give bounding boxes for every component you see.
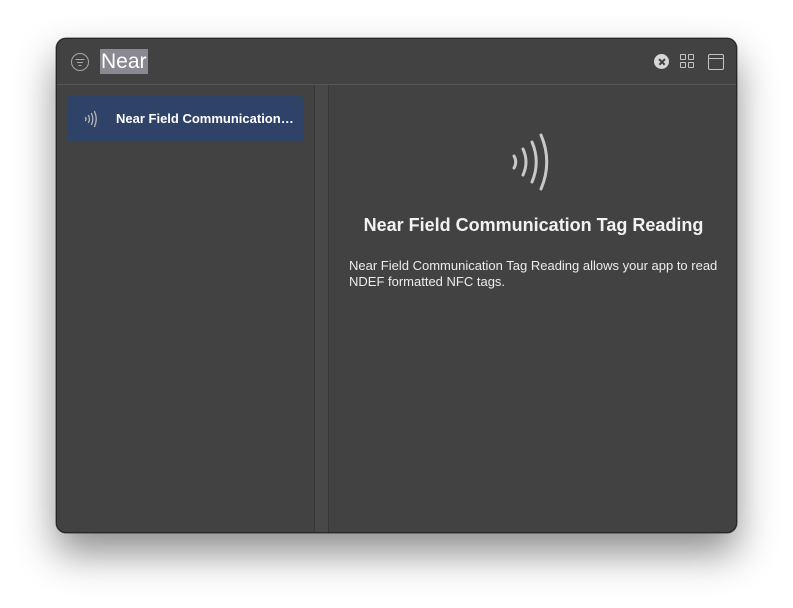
nfc-waves-icon [512, 133, 549, 191]
clear-search-icon[interactable] [654, 54, 669, 69]
capability-library-window: Near Near Field Communication Tag Readin… [56, 38, 737, 533]
list-item-label: Near Field Communication Tag Reading [116, 111, 296, 126]
results-list: Near Field Communication Tag Reading [57, 85, 314, 532]
filter-icon[interactable] [71, 53, 89, 71]
detail-pane: Near Field Communication Tag Reading Nea… [329, 85, 736, 532]
search-bar: Near [57, 39, 736, 85]
detail-description: Near Field Communication Tag Reading all… [349, 258, 718, 289]
nfc-waves-icon [84, 110, 97, 128]
list-item[interactable]: Near Field Communication Tag Reading [67, 96, 303, 142]
split-view-divider[interactable] [314, 85, 329, 532]
panel-toggle-icon[interactable] [708, 54, 724, 70]
grid-view-icon[interactable] [680, 54, 695, 69]
search-input[interactable] [100, 49, 540, 74]
detail-title: Near Field Communication Tag Reading [363, 215, 704, 235]
